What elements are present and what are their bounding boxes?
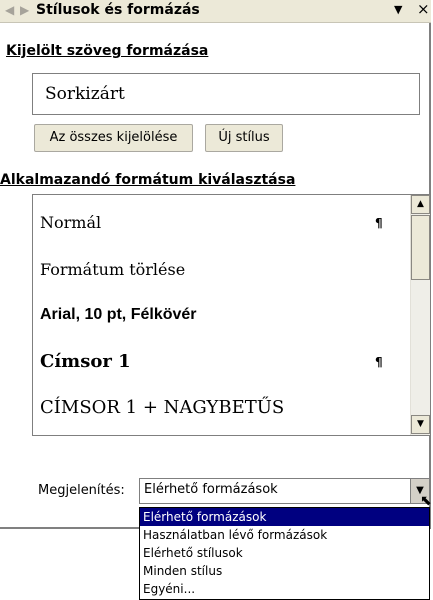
back-arrow-icon[interactable]: ◀ bbox=[5, 3, 14, 17]
paragraph-mark-icon: ¶ bbox=[375, 216, 383, 230]
show-label: Megjelenítés: bbox=[38, 483, 125, 498]
apply-format-heading: Alkalmazandó formátum kiválasztása bbox=[0, 172, 296, 188]
current-format-text: Sorkizárt bbox=[45, 84, 125, 104]
dropdown-option[interactable]: Használatban lévő formázások bbox=[140, 526, 429, 544]
select-all-button[interactable]: Az összes kijelölése bbox=[34, 124, 193, 152]
styles-formatting-pane: ◀ ▶ Stílusok és formázás ▼ × Kijelölt sz… bbox=[0, 0, 431, 529]
style-item-label: Formátum törlése bbox=[40, 260, 186, 279]
dropdown-option[interactable]: Elérhető formázások bbox=[140, 508, 429, 526]
mouse-pointer-icon: ⬉ bbox=[420, 493, 432, 509]
selected-format-box: Sorkizárt bbox=[32, 73, 420, 115]
paragraph-mark-icon: ¶ bbox=[375, 355, 383, 369]
style-item-label: CÍMSOR 1 + NAGYBETŰS bbox=[40, 397, 285, 418]
style-item-label: Normál bbox=[40, 213, 102, 232]
dropdown-option[interactable]: Elérhető stílusok bbox=[140, 544, 429, 562]
pane-titlebar: ◀ ▶ Stílusok és formázás ▼ × bbox=[0, 0, 431, 23]
style-item-label: Címsor 1 bbox=[40, 351, 131, 372]
style-list: Normál ¶ Formátum törlése Arial, 10 pt, … bbox=[32, 194, 431, 436]
style-item-heading-1[interactable]: Címsor 1 ¶ bbox=[40, 343, 400, 381]
show-combobox-value: Elérhető formázások bbox=[144, 482, 278, 497]
scroll-thumb[interactable] bbox=[411, 215, 430, 280]
scroll-down-icon[interactable]: ▼ bbox=[411, 415, 430, 434]
pane-menu-icon[interactable]: ▼ bbox=[394, 3, 402, 17]
style-item-clear-formatting[interactable]: Formátum törlése bbox=[40, 251, 400, 289]
scroll-up-icon[interactable]: ▲ bbox=[411, 195, 430, 214]
style-item-label: Arial, 10 pt, Félkövér bbox=[40, 306, 197, 323]
show-dropdown-list: Elérhető formázások Használatban lévő fo… bbox=[139, 507, 430, 600]
new-style-button[interactable]: Új stílus bbox=[205, 124, 283, 152]
style-item-arial-bold[interactable]: Arial, 10 pt, Félkövér bbox=[40, 296, 400, 334]
show-combobox[interactable]: Elérhető formázások ▼ bbox=[139, 478, 430, 504]
style-item-normal[interactable]: Normál ¶ bbox=[40, 204, 400, 242]
pane-title: Stílusok és formázás bbox=[36, 2, 200, 18]
selected-text-heading: Kijelölt szöveg formázása bbox=[6, 43, 209, 59]
dropdown-option[interactable]: Egyéni... bbox=[140, 580, 429, 598]
dropdown-option[interactable]: Minden stílus bbox=[140, 562, 429, 580]
forward-arrow-icon[interactable]: ▶ bbox=[20, 3, 29, 17]
style-item-heading-1-caps[interactable]: CÍMSOR 1 + NAGYBETŰS bbox=[40, 389, 400, 427]
close-icon[interactable]: × bbox=[417, 1, 430, 18]
style-list-scrollbar[interactable]: ▲ ▼ bbox=[410, 195, 430, 435]
